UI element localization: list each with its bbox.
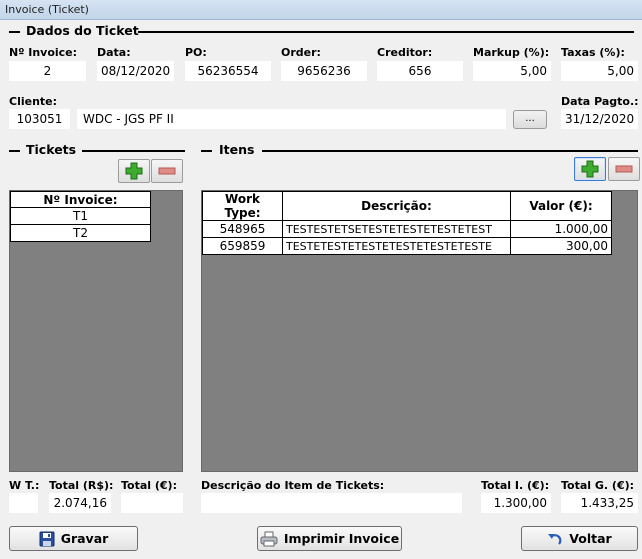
remove-ticket-button[interactable] [151, 159, 183, 183]
cell[interactable]: T1 [10, 207, 151, 225]
print-invoice-button-label: Imprimir Invoice [283, 531, 400, 546]
section-title-itens: Itens [219, 142, 255, 157]
minus-icon [158, 167, 176, 175]
label-invoice: Nº Invoice: [9, 46, 78, 59]
label-po: PO: [185, 46, 207, 59]
items-table: Work Type: Descrição: Valor (€): 548965 … [202, 191, 612, 255]
cell[interactable]: TESTESTETSETESTETESTETESTETEST [282, 220, 511, 238]
label-cliente: Cliente: [9, 95, 58, 108]
label-creditor: Creditor: [377, 46, 433, 59]
label-markup: Markup (%): [473, 46, 550, 59]
label-data-pagto: Data Pagto.: [561, 95, 639, 108]
client-lookup-button[interactable]: ... [513, 110, 547, 129]
plus-icon [581, 160, 599, 178]
remove-item-button[interactable] [608, 157, 640, 181]
window-title: Invoice (Ticket) [0, 0, 642, 20]
label-total-g: Total G. (€): [561, 479, 635, 492]
back-button[interactable]: Voltar [521, 526, 638, 551]
po-field[interactable]: 56236554 [185, 61, 271, 81]
creditor-field[interactable]: 656 [377, 61, 463, 81]
column-header[interactable]: Valor (€): [510, 191, 612, 221]
section-divider [9, 31, 20, 33]
table-row[interactable]: 548965 TESTESTETSETESTETESTETESTETEST 1.… [202, 220, 612, 238]
client-name-field[interactable]: WDC - JGS PF II [77, 109, 506, 129]
label-order: Order: [281, 46, 321, 59]
label-total-eur: Total (€): [121, 479, 177, 492]
items-grid[interactable]: Work Type: Descrição: Valor (€): 548965 … [201, 190, 638, 472]
cell[interactable]: TESTETESTETESTETESTETESTETESTE [282, 237, 511, 255]
add-ticket-button[interactable] [118, 159, 150, 183]
label-total-brl: Total (R$): [49, 479, 114, 492]
print-invoice-button[interactable]: Imprimir Invoice [257, 526, 402, 551]
undo-arrow-icon [548, 533, 562, 545]
back-button-label: Voltar [569, 531, 612, 546]
section-divider [201, 150, 212, 152]
total-eur-field[interactable] [121, 493, 183, 513]
total-g-field[interactable]: 1.433,25 [561, 493, 638, 513]
cell[interactable]: 1.000,00 [510, 220, 612, 238]
invoice-number-field[interactable]: 2 [9, 61, 86, 81]
label-descricao: Descrição do Item de Tickets: [201, 479, 385, 492]
date-field[interactable]: 08/12/2020 [97, 61, 174, 81]
section-divider [138, 31, 634, 33]
tickets-grid[interactable]: Nº Invoice: T1 T2 [9, 190, 183, 472]
column-header[interactable]: Descrição: [282, 191, 511, 221]
label-total-i: Total I. (€): [481, 479, 550, 492]
client-code-field[interactable]: 103051 [9, 109, 70, 129]
table-row[interactable]: 659859 TESTETESTETESTETESTETESTETESTE 30… [202, 237, 612, 255]
add-item-button[interactable] [574, 157, 606, 181]
column-header[interactable]: Work Type: [202, 191, 283, 221]
label-wt: W T.: [9, 479, 40, 492]
total-brl-field[interactable]: 2.074,16 [49, 493, 111, 513]
column-header[interactable]: Nº Invoice: [10, 191, 151, 208]
minus-icon [615, 165, 633, 173]
label-data: Data: [97, 46, 131, 59]
save-button-label: Gravar [60, 531, 109, 546]
wt-field[interactable] [9, 493, 38, 513]
table-row[interactable]: T2 [10, 224, 151, 242]
payment-date-field[interactable]: 31/12/2020 [561, 109, 638, 129]
section-divider [82, 150, 185, 152]
section-title-tickets: Tickets [26, 142, 77, 157]
order-field[interactable]: 9656236 [281, 61, 367, 81]
plus-icon [125, 162, 143, 180]
section-divider [9, 150, 20, 152]
cell[interactable]: 659859 [202, 237, 283, 255]
item-description-field[interactable] [201, 493, 462, 513]
cell[interactable]: T2 [10, 224, 151, 242]
printer-icon [260, 531, 278, 546]
cell[interactable]: 300,00 [510, 237, 612, 255]
section-title-dados: Dados do Ticket [26, 23, 139, 38]
save-button[interactable]: Gravar [9, 526, 138, 551]
section-divider [262, 150, 638, 152]
floppy-disk-icon [39, 531, 55, 546]
cell[interactable]: 548965 [202, 220, 283, 238]
taxas-field[interactable]: 5,00 [561, 61, 638, 81]
markup-field[interactable]: 5,00 [473, 61, 551, 81]
table-row[interactable]: T1 [10, 207, 151, 225]
tickets-table: Nº Invoice: T1 T2 [10, 191, 151, 242]
label-taxas: Taxas (%): [561, 46, 625, 59]
total-i-field[interactable]: 1.300,00 [481, 493, 551, 513]
